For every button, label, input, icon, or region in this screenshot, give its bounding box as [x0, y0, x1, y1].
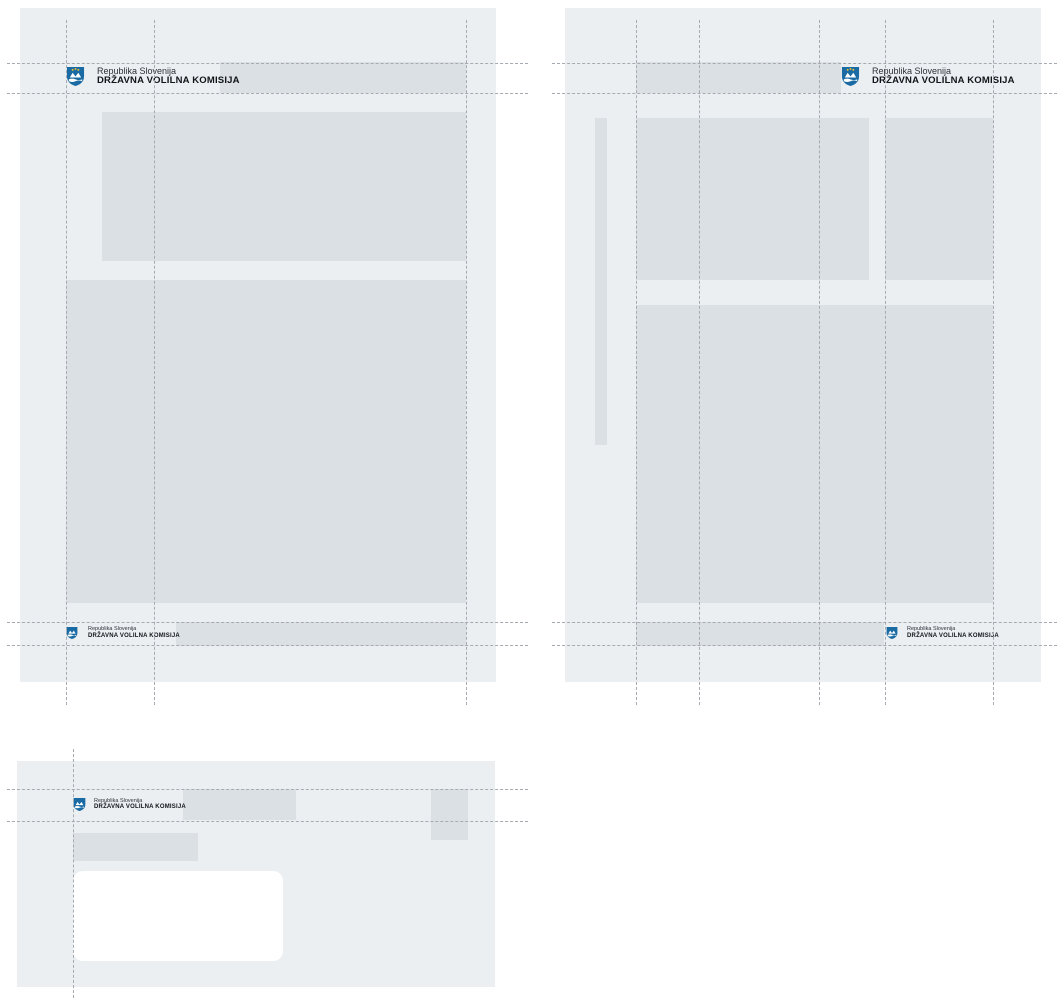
brand-line-commission: DRŽAVNA VOLILNA KOMISIJA — [94, 804, 186, 811]
guide-line — [7, 63, 528, 64]
coat-of-arms-icon — [886, 627, 898, 639]
guide-line — [7, 821, 528, 822]
header-bar — [220, 62, 466, 93]
envelope-logo: Republika Slovenija DRŽAVNA VOLILNA KOMI… — [73, 797, 186, 812]
title-area-left — [636, 118, 869, 280]
footer-bar — [176, 622, 466, 646]
stamp-area — [431, 789, 468, 840]
title-area — [102, 112, 466, 261]
brand-line-commission: DRŽAVNA VOLILNA KOMISIJA — [907, 632, 999, 639]
guide-line — [552, 93, 1057, 94]
guide-line — [154, 20, 155, 705]
footer-logo: Republika Slovenija DRŽAVNA VOLILNA KOMI… — [66, 626, 180, 640]
guide-line — [552, 622, 1057, 623]
header-bar — [183, 789, 296, 820]
coat-of-arms-icon — [66, 627, 78, 639]
footer-logo: Republika Slovenija DRŽAVNA VOLILNA KOMI… — [886, 626, 999, 640]
content-area — [636, 305, 993, 603]
coat-of-arms-icon — [66, 67, 85, 87]
guide-line — [636, 20, 637, 705]
header-bar — [636, 62, 841, 93]
content-area — [66, 280, 466, 603]
guide-line — [73, 749, 74, 998]
guide-line — [552, 63, 1057, 64]
address-window — [73, 871, 283, 961]
guide-line — [885, 20, 886, 705]
guide-line — [466, 20, 467, 705]
guide-line — [819, 20, 820, 705]
guide-line — [699, 20, 700, 705]
header-logo: Republika Slovenija DRŽAVNA VOLILNA KOMI… — [841, 66, 1015, 87]
brand-line-commission: DRŽAVNA VOLILNA KOMISIJA — [88, 632, 180, 639]
footer-bar — [636, 622, 884, 646]
coat-of-arms-icon — [841, 67, 860, 87]
coat-of-arms-icon — [73, 798, 86, 811]
header-logo: Republika Slovenija DRŽAVNA VOLILNA KOMI… — [66, 66, 240, 87]
sender-area — [73, 833, 198, 861]
side-strip — [595, 118, 607, 445]
title-area-right — [885, 118, 993, 280]
guide-line — [7, 789, 528, 790]
brand-line-commission: DRŽAVNA VOLILNA KOMISIJA — [97, 75, 240, 87]
guide-line — [7, 622, 528, 623]
guide-line — [993, 20, 994, 705]
guide-line — [552, 645, 1057, 646]
guide-line — [66, 20, 67, 705]
guide-line — [7, 645, 528, 646]
guide-line — [7, 93, 528, 94]
